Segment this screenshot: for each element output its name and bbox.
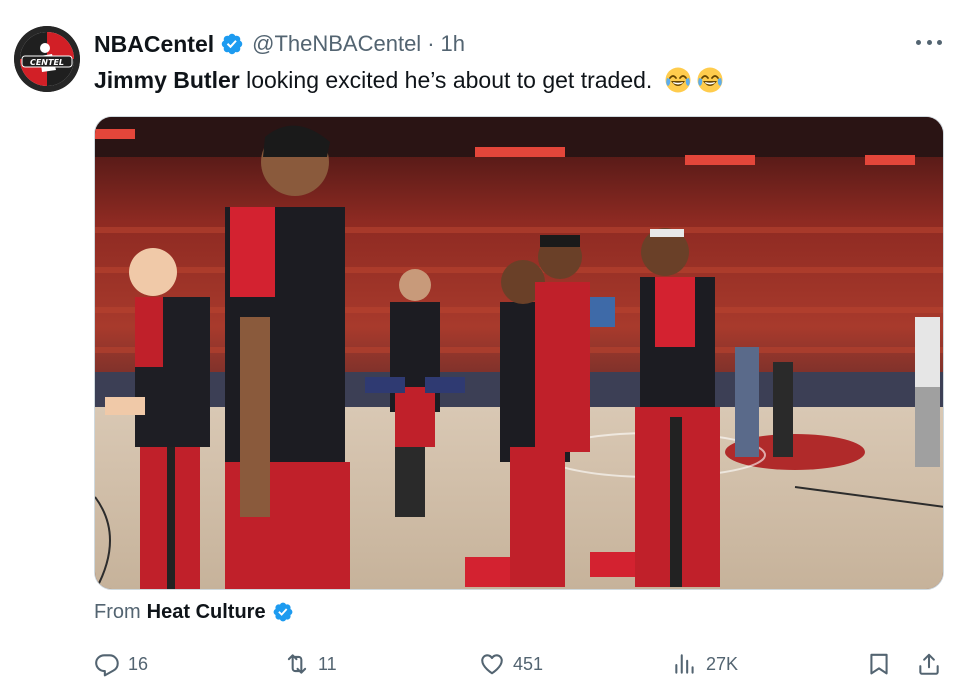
handle[interactable]: @TheNBACentel bbox=[252, 31, 421, 57]
avatar[interactable]: CENTEL bbox=[14, 26, 80, 92]
reply-count: 16 bbox=[128, 653, 149, 674]
verified-badge-icon bbox=[220, 32, 244, 56]
reply-icon bbox=[95, 654, 119, 677]
bookmark-icon bbox=[870, 653, 888, 675]
dot-icon bbox=[916, 39, 921, 45]
tweet-body: looking excited he’s about to get traded… bbox=[239, 67, 653, 93]
tears-of-joy-emoji-icon bbox=[696, 66, 724, 94]
views-button[interactable]: 27K bbox=[672, 646, 738, 682]
dot-icon bbox=[937, 39, 942, 45]
share-icon bbox=[919, 653, 939, 675]
display-name[interactable]: NBACentel bbox=[94, 31, 214, 58]
source-account-link[interactable]: Heat Culture bbox=[147, 601, 266, 624]
like-button[interactable]: 451 bbox=[479, 646, 543, 682]
reply-button[interactable]: 16 bbox=[94, 646, 148, 682]
like-count: 451 bbox=[513, 653, 544, 674]
tweet[interactable]: CENTEL NBACentel @TheNBACentel · 1h Jimm… bbox=[0, 0, 960, 694]
tweet-header: NBACentel @TheNBACentel · 1h bbox=[94, 28, 465, 60]
action-bar: 16 11 451 27K bbox=[94, 646, 944, 682]
avatar-text: CENTEL bbox=[30, 58, 64, 67]
video-thumbnail[interactable] bbox=[94, 116, 944, 590]
retweet-icon bbox=[287, 654, 307, 674]
tears-of-joy-emoji-icon bbox=[664, 66, 692, 94]
views-count: 27K bbox=[706, 653, 739, 674]
dot-icon bbox=[926, 39, 932, 45]
heart-icon bbox=[481, 654, 503, 675]
share-button[interactable] bbox=[916, 646, 942, 682]
retweet-button[interactable]: 11 bbox=[284, 646, 337, 682]
bookmark-button[interactable] bbox=[866, 646, 892, 682]
centel-logo-icon: CENTEL bbox=[14, 26, 80, 92]
views-chart-icon bbox=[675, 654, 694, 674]
separator-dot: · bbox=[427, 31, 435, 56]
from-label: From bbox=[94, 600, 141, 623]
attribution: From Heat Culture bbox=[94, 598, 294, 626]
more-options-button[interactable] bbox=[914, 30, 944, 54]
tweet-text: Jimmy Butler looking excited he’s about … bbox=[94, 64, 724, 96]
verified-badge-icon bbox=[272, 601, 294, 623]
retweet-count: 11 bbox=[318, 653, 337, 674]
timestamp[interactable]: 1h bbox=[441, 31, 465, 57]
mention-name: Jimmy Butler bbox=[94, 67, 240, 93]
